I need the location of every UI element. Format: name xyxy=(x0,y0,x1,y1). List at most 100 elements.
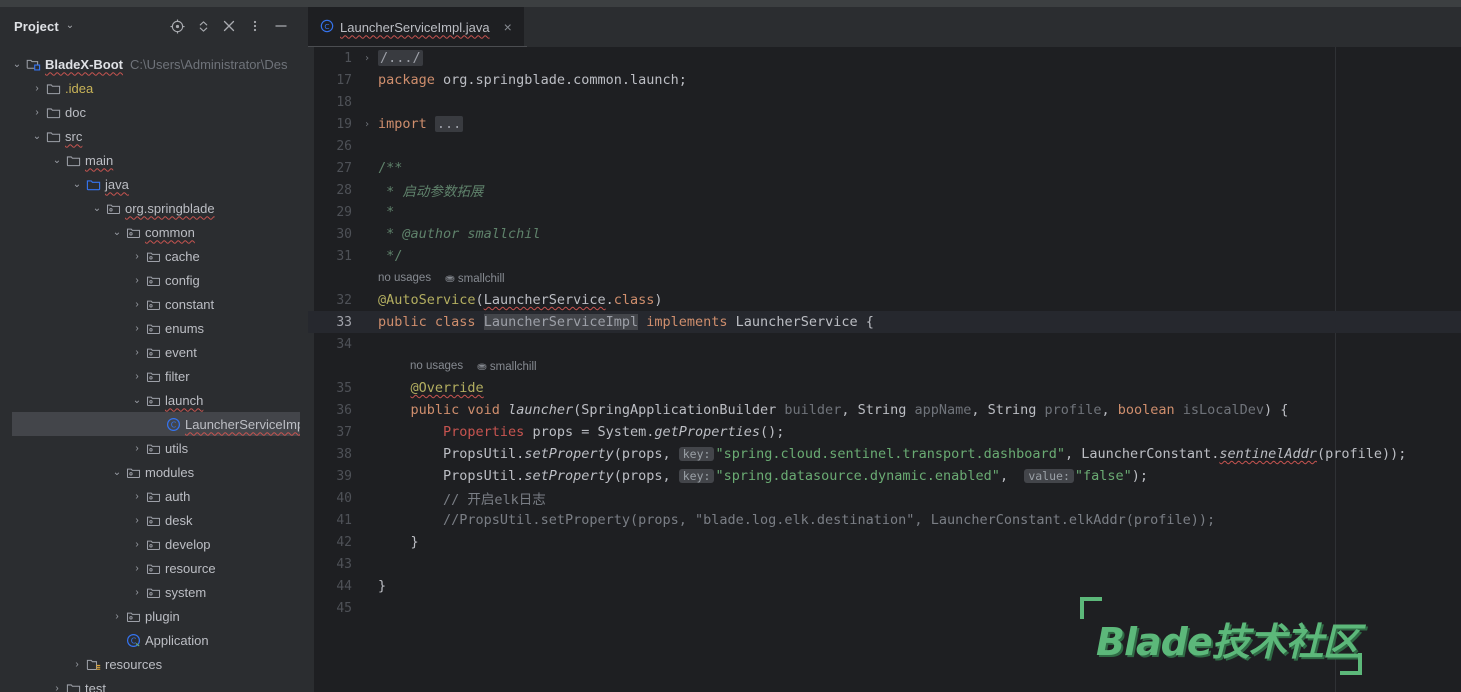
tree-node-utils[interactable]: › utils xyxy=(0,436,300,460)
line-number[interactable]: 43 xyxy=(308,557,360,572)
tree-node--idea[interactable]: › .idea xyxy=(0,76,300,100)
tree-node-doc[interactable]: › doc xyxy=(0,100,300,124)
line-number[interactable]: 39 xyxy=(308,469,360,484)
chevron-down-icon[interactable]: ⌄ xyxy=(90,203,104,214)
code-line-31[interactable]: 31 */ xyxy=(308,245,1461,267)
tree-node-src[interactable]: ⌄ src xyxy=(0,124,300,148)
folded-imports[interactable]: ... xyxy=(434,116,464,132)
line-number[interactable]: 32 xyxy=(308,293,360,308)
chevron-right-icon[interactable]: › xyxy=(130,371,144,382)
line-number[interactable]: 34 xyxy=(308,337,360,352)
line-number[interactable]: 33 xyxy=(308,315,360,330)
line-number[interactable]: 37 xyxy=(308,425,360,440)
author-hint[interactable]: ⛂ smallchill xyxy=(477,359,537,373)
tree-node-java[interactable]: ⌄ java xyxy=(0,172,300,196)
code-line-41[interactable]: 41 //PropsUtil.setProperty(props, "blade… xyxy=(308,509,1461,531)
code-line-34[interactable]: 34 xyxy=(308,333,1461,355)
code-line-39[interactable]: 39 PropsUtil.setProperty(props, key: "spr… xyxy=(308,465,1461,487)
tree-node-main[interactable]: ⌄ main xyxy=(0,148,300,172)
tree-node-resource[interactable]: › resource xyxy=(0,556,300,580)
tree-node-bladex-boot[interactable]: ⌄ BladeX-Boot C:\Users\Administrator\Des xyxy=(0,52,300,76)
code-line-40[interactable]: 40 // 开启elk日志 xyxy=(308,487,1461,509)
line-number[interactable]: 30 xyxy=(308,227,360,242)
line-number[interactable]: 27 xyxy=(308,161,360,176)
line-number[interactable]: 19 xyxy=(308,117,360,132)
tree-node-launch[interactable]: ⌄ launch xyxy=(0,388,300,412)
line-number[interactable]: 35 xyxy=(308,381,360,396)
close-icon[interactable]: × xyxy=(502,18,514,36)
tree-node-org-springblade[interactable]: ⌄ org.springblade xyxy=(0,196,300,220)
tree-node-develop[interactable]: › develop xyxy=(0,532,300,556)
line-number[interactable]: 45 xyxy=(308,601,360,616)
line-number[interactable]: 31 xyxy=(308,249,360,264)
tree-node-test[interactable]: › test xyxy=(0,676,300,692)
code-line-32[interactable]: 32 @AutoService(LauncherService.class) xyxy=(308,289,1461,311)
more-options-icon[interactable] xyxy=(242,13,268,39)
line-number[interactable]: 18 xyxy=(308,95,360,110)
hide-icon[interactable] xyxy=(268,13,294,39)
usages-hint[interactable]: no usages xyxy=(374,360,463,372)
chevron-right-icon[interactable]: › xyxy=(130,299,144,310)
fold-arrow-icon[interactable]: › xyxy=(360,53,374,64)
code-line-30[interactable]: 30 * @author smallchil xyxy=(308,223,1461,245)
chevron-down-icon[interactable]: ⌄ xyxy=(50,155,64,166)
collapse-all-icon[interactable] xyxy=(216,13,242,39)
chevron-down-icon[interactable]: ⌄ xyxy=(110,467,124,478)
fold-arrow-icon[interactable]: › xyxy=(360,119,374,130)
project-tree[interactable]: ⌄ BladeX-Boot C:\Users\Administrator\Des ›.… xyxy=(0,52,300,692)
code-line-36[interactable]: 36 public void launcher(SpringApplicatio… xyxy=(308,399,1461,421)
line-number[interactable]: 44 xyxy=(308,579,360,594)
code-line-26[interactable]: 26 xyxy=(308,135,1461,157)
code-line-1[interactable]: 1 › /.../ xyxy=(308,47,1461,69)
code-line-28[interactable]: 28 * 启动参数拓展 xyxy=(308,179,1461,201)
line-number[interactable]: 17 xyxy=(308,73,360,88)
tree-node-event[interactable]: › event xyxy=(0,340,300,364)
panel-title[interactable]: Project xyxy=(14,19,59,34)
chevron-down-icon[interactable]: ⌄ xyxy=(110,227,124,238)
chevron-down-icon[interactable]: ⌄ xyxy=(66,21,74,31)
chevron-down-icon[interactable]: ⌄ xyxy=(130,395,144,406)
expand-collapse-icon[interactable] xyxy=(190,13,216,39)
tree-node-launcherserviceimpl[interactable]: C LauncherServiceImpl xyxy=(0,412,300,436)
tree-node-application[interactable]: C Application xyxy=(0,628,300,652)
code-line-38[interactable]: 38 PropsUtil.setProperty(props, key: "spr… xyxy=(308,443,1461,465)
code-editor[interactable]: 1 ›/.../17 package org.springblade.common.… xyxy=(308,47,1461,692)
tree-node-filter[interactable]: › filter xyxy=(0,364,300,388)
tree-node-enums[interactable]: › enums xyxy=(0,316,300,340)
code-line-19[interactable]: 19 › import ... xyxy=(308,113,1461,135)
chevron-right-icon[interactable]: › xyxy=(130,563,144,574)
code-line-43[interactable]: 43 xyxy=(308,553,1461,575)
select-opened-file-icon[interactable] xyxy=(164,13,190,39)
code-line-33[interactable]: 33 public class LauncherServiceImpl imple… xyxy=(308,311,1461,333)
chevron-right-icon[interactable]: › xyxy=(130,347,144,358)
tree-node-cache[interactable]: › cache xyxy=(0,244,300,268)
tree-node-constant[interactable]: › constant xyxy=(0,292,300,316)
code-line-29[interactable]: 29 * xyxy=(308,201,1461,223)
code-line-37[interactable]: 37 Properties props = System.getProperti… xyxy=(308,421,1461,443)
chevron-right-icon[interactable]: › xyxy=(130,491,144,502)
tree-node-modules[interactable]: ⌄ modules xyxy=(0,460,300,484)
code-line-42[interactable]: 42 } xyxy=(308,531,1461,553)
chevron-right-icon[interactable]: › xyxy=(130,275,144,286)
tree-node-common[interactable]: ⌄ common xyxy=(0,220,300,244)
line-number[interactable]: 36 xyxy=(308,403,360,418)
tree-node-auth[interactable]: › auth xyxy=(0,484,300,508)
chevron-right-icon[interactable]: › xyxy=(130,443,144,454)
chevron-right-icon[interactable]: › xyxy=(130,515,144,526)
chevron-right-icon[interactable]: › xyxy=(30,107,44,118)
tree-node-plugin[interactable]: › plugin xyxy=(0,604,300,628)
code-line-44[interactable]: 44} xyxy=(308,575,1461,597)
chevron-down-icon[interactable]: ⌄ xyxy=(30,131,44,142)
line-number[interactable]: 38 xyxy=(308,447,360,462)
chevron-right-icon[interactable]: › xyxy=(30,83,44,94)
chevron-down-icon[interactable]: ⌄ xyxy=(10,59,24,70)
chevron-right-icon[interactable]: › xyxy=(130,587,144,598)
chevron-right-icon[interactable]: › xyxy=(110,611,124,622)
folded-comment[interactable]: /.../ xyxy=(378,50,423,66)
tree-node-resources[interactable]: › resources xyxy=(0,652,300,676)
tree-node-config[interactable]: › config xyxy=(0,268,300,292)
tree-node-system[interactable]: › system xyxy=(0,580,300,604)
tree-node-desk[interactable]: › desk xyxy=(0,508,300,532)
line-number[interactable]: 40 xyxy=(308,491,360,506)
line-number[interactable]: 26 xyxy=(308,139,360,154)
